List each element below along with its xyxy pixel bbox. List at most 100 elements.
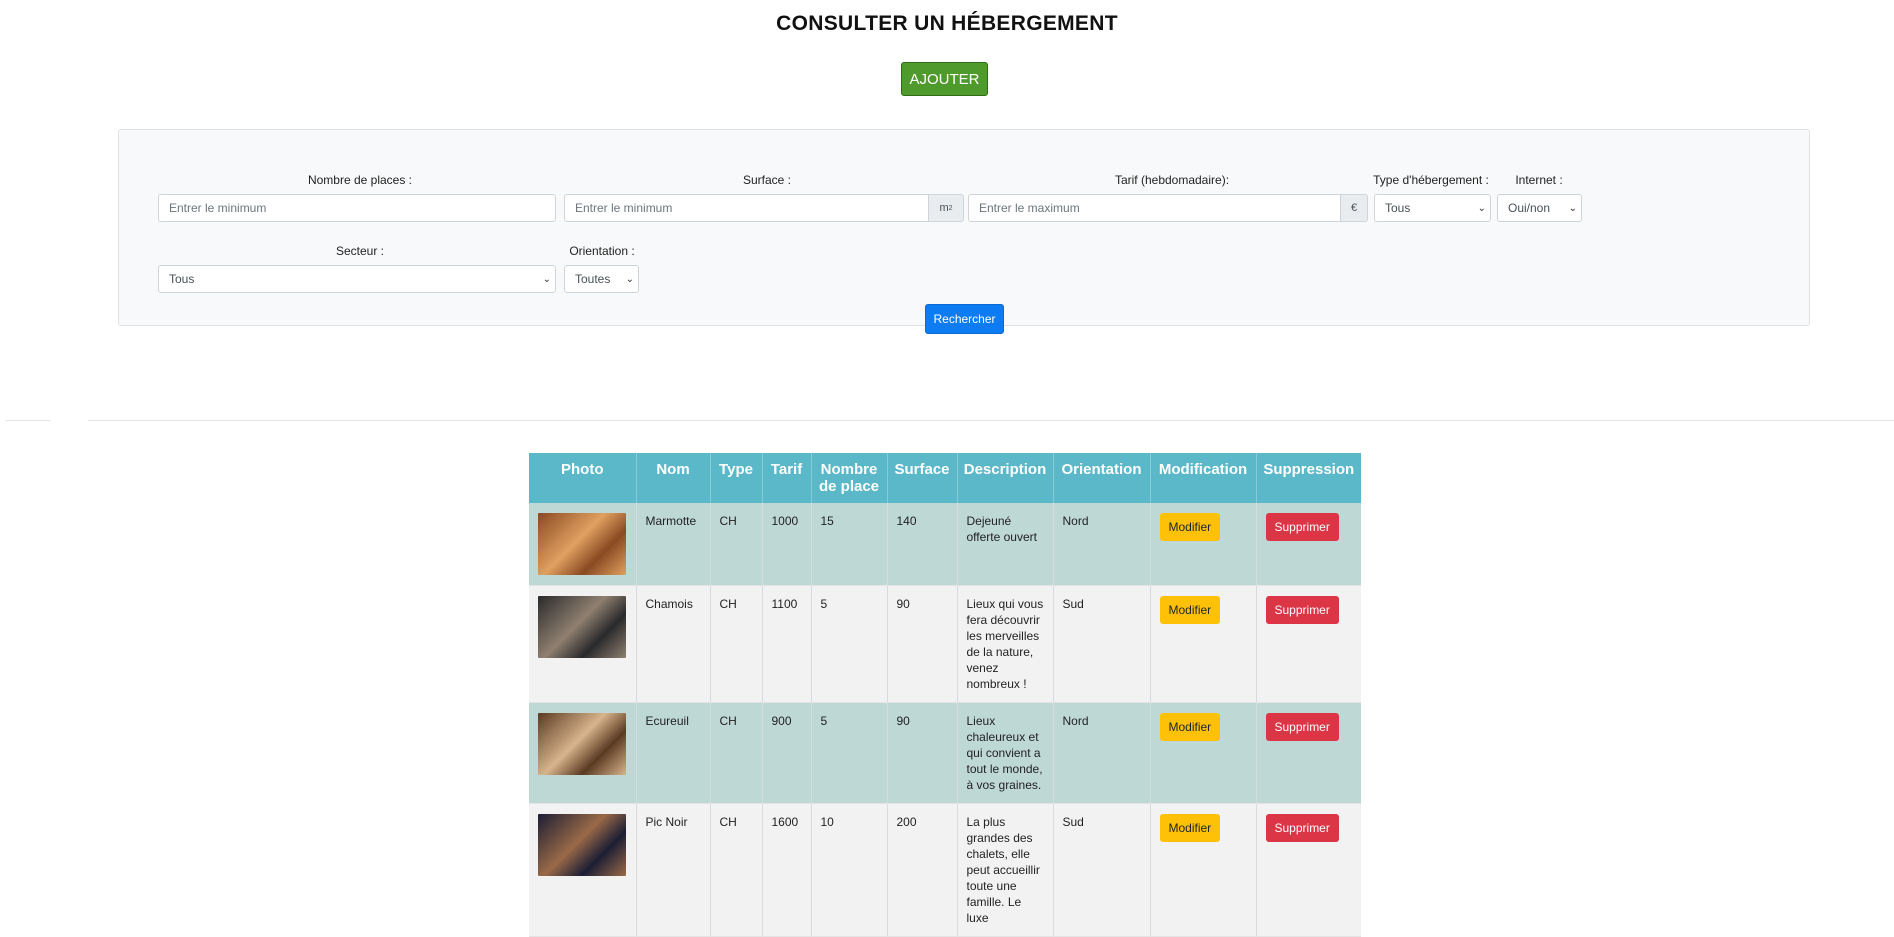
type-select-value: Tous: [1385, 201, 1411, 215]
modify-button[interactable]: Modifier: [1159, 713, 1221, 741]
secteur-select-value: Tous: [169, 272, 195, 286]
orientation-label: Orientation :: [569, 244, 635, 258]
chevron-down-icon: ⌄: [1477, 202, 1486, 214]
modify-cell: Modifier: [1149, 702, 1256, 804]
type-cell: CH: [709, 702, 762, 804]
accommodation-photo: [538, 814, 626, 876]
tarif-input[interactable]: [968, 194, 1341, 222]
places-cell: 5: [810, 585, 887, 703]
accommodation-photo: [538, 513, 626, 575]
delete-cell: Supprimer: [1255, 585, 1361, 703]
add-button[interactable]: AJOUTER: [901, 62, 988, 96]
modify-cell: Modifier: [1149, 803, 1256, 937]
delete-button[interactable]: Supprimer: [1265, 814, 1339, 842]
col-header-description: Description: [956, 453, 1053, 503]
page-title: CONSULTER UN HÉBERGEMENT: [776, 12, 1118, 35]
tarif-cell: 1600: [761, 803, 811, 937]
chevron-down-icon: ⌄: [542, 273, 551, 285]
secteur-label: Secteur :: [335, 244, 385, 258]
orientation-select-value: Toutes: [575, 272, 611, 286]
surface-unit-text: m: [939, 202, 949, 214]
tarif-unit: €: [1340, 194, 1368, 222]
col-header-nom: Nom: [635, 453, 710, 503]
table-row: Pic Noir CH 1600 10 200 La plus grandes …: [529, 803, 1361, 937]
surface-label: Surface :: [742, 173, 792, 187]
col-header-places: Nombre de place: [810, 453, 887, 503]
description-cell: Lieux qui vous fera découvrir les mervei…: [956, 585, 1053, 703]
secteur-select[interactable]: Tous ⌄: [158, 265, 556, 293]
divider: [6, 420, 50, 421]
chevron-down-icon: ⌄: [625, 273, 634, 285]
filter-panel: Nombre de places : Surface : m2 Tarif (h…: [118, 129, 1810, 326]
col-header-type: Type: [709, 453, 762, 503]
surface-unit-sup: 2: [948, 204, 953, 212]
description-cell: La plus grandes des chalets, elle peut a…: [956, 803, 1053, 937]
internet-label: Internet :: [1515, 173, 1563, 187]
type-cell: CH: [709, 803, 762, 937]
accommodations-table: Photo Nom Type Tarif Nombre de place Sur…: [529, 453, 1361, 937]
description-cell: Lieux chaleureux et qui convient a tout …: [956, 702, 1053, 804]
orientation-select[interactable]: Toutes ⌄: [564, 265, 639, 293]
accommodation-photo: [538, 596, 626, 658]
places-cell: 5: [810, 702, 887, 804]
orientation-cell: Nord: [1052, 702, 1150, 804]
tarif-cell: 1000: [761, 503, 811, 586]
col-header-orientation: Orientation: [1052, 453, 1150, 503]
delete-button[interactable]: Supprimer: [1265, 713, 1339, 741]
surface-cell: 90: [886, 585, 957, 703]
description-cell: Dejeuné offerte ouvert: [956, 503, 1053, 586]
table-row: Chamois CH 1100 5 90 Lieux qui vous fera…: [529, 585, 1361, 703]
col-header-modification: Modification: [1149, 453, 1256, 503]
table-row: Ecureuil CH 900 5 90 Lieux chaleureux et…: [529, 702, 1361, 804]
col-header-suppression: Suppression: [1255, 453, 1361, 503]
table-header-row: Photo Nom Type Tarif Nombre de place Sur…: [529, 453, 1361, 503]
nom-cell: Ecureuil: [635, 702, 710, 804]
delete-cell: Supprimer: [1255, 702, 1361, 804]
type-cell: CH: [709, 503, 762, 586]
delete-button[interactable]: Supprimer: [1265, 513, 1339, 541]
nom-cell: Marmotte: [635, 503, 710, 586]
orientation-cell: Sud: [1052, 803, 1150, 937]
orientation-cell: Sud: [1052, 585, 1150, 703]
col-header-tarif: Tarif: [761, 453, 811, 503]
internet-select-value: Oui/non: [1508, 201, 1551, 215]
nom-cell: Pic Noir: [635, 803, 710, 937]
divider: [88, 420, 1894, 421]
photo-cell: [529, 702, 636, 804]
chevron-down-icon: ⌄: [1568, 202, 1577, 214]
delete-button[interactable]: Supprimer: [1265, 596, 1339, 624]
tarif-cell: 900: [761, 702, 811, 804]
surface-input[interactable]: [564, 194, 929, 222]
modify-button[interactable]: Modifier: [1159, 513, 1221, 541]
places-label: Nombre de places :: [307, 173, 413, 187]
accommodation-photo: [538, 713, 626, 775]
type-cell: CH: [709, 585, 762, 703]
places-input[interactable]: [158, 194, 556, 222]
surface-cell: 140: [886, 503, 957, 586]
delete-cell: Supprimer: [1255, 803, 1361, 937]
tarif-cell: 1100: [761, 585, 811, 703]
photo-cell: [529, 585, 636, 703]
modify-cell: Modifier: [1149, 585, 1256, 703]
internet-select[interactable]: Oui/non ⌄: [1497, 194, 1582, 222]
surface-unit: m2: [928, 194, 964, 222]
surface-cell: 200: [886, 803, 957, 937]
surface-cell: 90: [886, 702, 957, 804]
photo-cell: [529, 803, 636, 937]
orientation-cell: Nord: [1052, 503, 1150, 586]
col-header-surface: Surface: [886, 453, 957, 503]
search-button[interactable]: Rechercher: [925, 304, 1004, 334]
modify-cell: Modifier: [1149, 503, 1256, 586]
modify-button[interactable]: Modifier: [1159, 596, 1221, 624]
type-select[interactable]: Tous ⌄: [1374, 194, 1491, 222]
table-row: Marmotte CH 1000 15 140 Dejeuné offerte …: [529, 503, 1361, 586]
places-cell: 10: [810, 803, 887, 937]
modify-button[interactable]: Modifier: [1159, 814, 1221, 842]
type-label: Type d'hébergement :: [1373, 173, 1489, 187]
photo-cell: [529, 503, 636, 586]
nom-cell: Chamois: [635, 585, 710, 703]
tarif-label: Tarif (hebdomadaire):: [1114, 173, 1230, 187]
col-header-photo: Photo: [529, 453, 636, 503]
delete-cell: Supprimer: [1255, 503, 1361, 586]
places-cell: 15: [810, 503, 887, 586]
